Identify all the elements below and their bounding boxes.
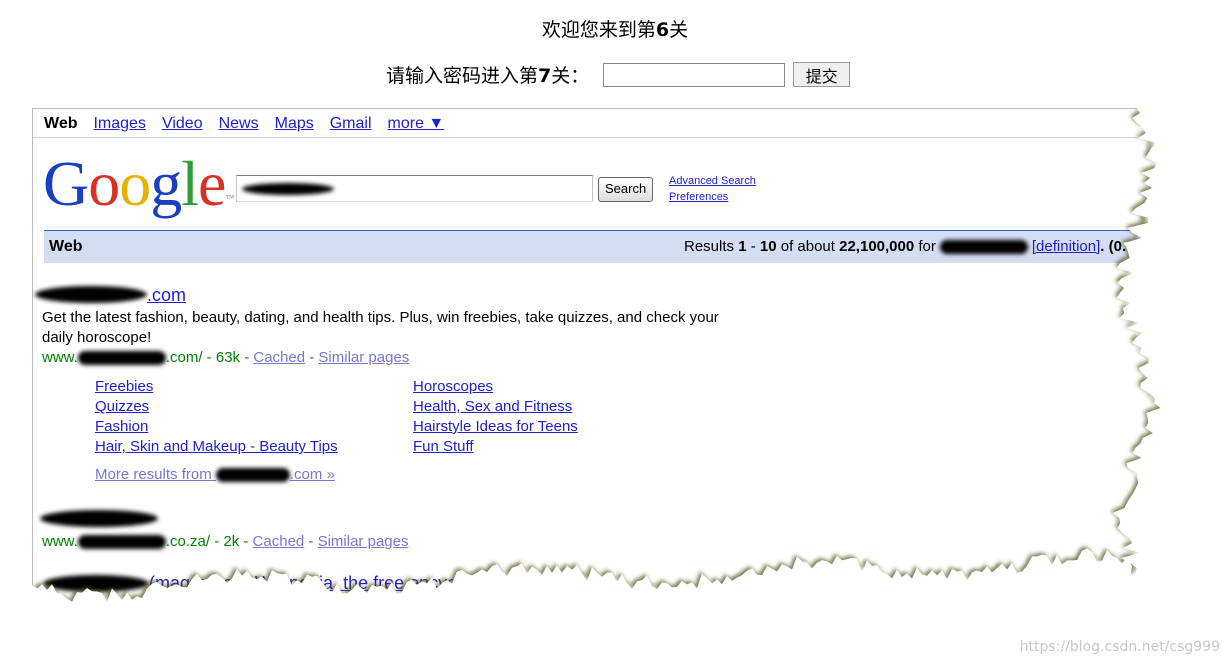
sitelinks-left: Freebies Quizzes Fashion Hair, Skin and … <box>95 377 338 457</box>
logo-letter: l <box>181 148 199 219</box>
prompt-prefix: 请输入密码进入第 <box>386 65 539 87</box>
redaction-blot <box>939 240 1028 255</box>
sitelink-fashion[interactable]: Fashion <box>95 417 338 437</box>
result-3-snippet: was first published in 1944 and is <box>463 598 684 615</box>
sitelinks-right: Horoscopes Health, Sex and Fitness Hairs… <box>413 377 578 457</box>
result-1-snippet: Get the latest fashion, beauty, dating, … <box>42 309 719 346</box>
cached-link[interactable]: Cached <box>253 349 305 366</box>
redaction-blot <box>242 183 334 195</box>
google-logo: Google™ <box>43 148 234 219</box>
stats-total: 22,100,000 <box>839 238 915 255</box>
nav-news[interactable]: News <box>219 115 259 133</box>
welcome-level: 6 <box>655 19 670 41</box>
redaction-blot <box>43 575 149 592</box>
redaction-blot <box>35 286 147 303</box>
results-bar-label: Web <box>49 238 83 255</box>
url-prefix: www. <box>42 533 78 550</box>
more-prefix: More results from <box>95 466 216 483</box>
stats-to: 10 <box>759 238 777 255</box>
url-suffix: .co.za/ - 2k - <box>165 533 253 550</box>
sitelink-quizzes[interactable]: Quizzes <box>95 397 338 417</box>
submit-button[interactable]: 提交 <box>793 62 851 87</box>
more-suffix: .com » <box>289 466 335 483</box>
nav-web: Web <box>44 115 78 132</box>
sitelink-beauty-tips[interactable]: Hair, Skin and Makeup - Beauty Tips <box>95 437 338 457</box>
definition-link[interactable]: [definition] <box>1032 238 1100 255</box>
redaction-blot <box>77 351 166 366</box>
google-top-nav: Web Images Video News Maps Gmail more ▼ <box>44 115 444 133</box>
password-input[interactable] <box>603 62 786 87</box>
nav-video[interactable]: Video <box>162 115 203 133</box>
stats-text: - <box>746 238 760 255</box>
sitelink-health[interactable]: Health, Sex and Fitness <box>413 397 578 417</box>
redaction-blot <box>77 535 166 550</box>
stats-text: Results <box>684 238 739 255</box>
cached-link[interactable]: Cached <box>253 533 305 550</box>
more-results-link[interactable]: More results from .com » <box>95 466 335 483</box>
logo-letter: G <box>43 148 89 219</box>
welcome-prefix: 欢迎您来到第 <box>541 19 656 41</box>
stats-text: for <box>914 238 936 255</box>
preferences-link[interactable]: Preferences <box>669 189 756 205</box>
nav-more[interactable]: more ▼ <box>388 115 445 133</box>
logo-letter: g <box>150 148 182 219</box>
nav-gmail[interactable]: Gmail <box>330 115 372 133</box>
logo-trademark: ™ <box>225 193 234 203</box>
google-screenshot: Web Images Video News Maps Gmail more ▼ … <box>32 108 1192 648</box>
google-search-button[interactable]: Search <box>598 177 654 202</box>
url-suffix: .com/ - 63k - <box>165 349 254 366</box>
nav-images[interactable]: Images <box>93 115 145 133</box>
result-1-url: www. .com/ - 63k - Cached - Similar pages <box>42 349 410 366</box>
result-3-title[interactable]: (magazine) - Wikipedia, the free encyclo… <box>149 573 514 594</box>
welcome-heading: 欢迎您来到第6关 <box>0 15 1230 42</box>
redaction-blot <box>40 510 158 527</box>
logo-letter: o <box>88 148 120 219</box>
password-form: 请输入密码进入第7关： 提交 <box>386 61 851 88</box>
results-stats: Results 1 - 10 of about 22,100,000 for [d… <box>684 238 1155 255</box>
similar-pages-link[interactable]: Similar pages <box>318 533 409 550</box>
password-prompt: 请输入密码进入第7关： <box>386 61 589 88</box>
sitelink-hairstyle[interactable]: Hairstyle Ideas for Teens <box>413 417 578 437</box>
stats-text: of about <box>776 238 840 255</box>
result-2-url: www. .co.za/ - 2k - Cached - Similar page… <box>42 533 409 550</box>
sitelink-freebies[interactable]: Freebies <box>95 377 338 397</box>
nav-divider <box>33 137 1183 138</box>
redaction-blot <box>215 468 290 483</box>
advanced-links: Advanced Search Preferences <box>669 173 756 205</box>
similar-pages-link[interactable]: Similar pages <box>318 349 409 366</box>
results-bar: Web Results 1 - 10 of about 22,100,000 f… <box>44 230 1183 263</box>
stats-time: . (0.06 s <box>1100 238 1156 255</box>
nav-maps[interactable]: Maps <box>275 115 314 133</box>
welcome-suffix: 关 <box>669 19 689 41</box>
advanced-search-link[interactable]: Advanced Search <box>669 173 756 189</box>
google-results-page: Web Images Video News Maps Gmail more ▼ … <box>32 108 1183 641</box>
stats-from: 1 <box>738 238 747 255</box>
logo-letter: e <box>198 148 226 219</box>
google-search-input[interactable] <box>236 175 593 202</box>
watermark: https://blog.csdn.net/csg999 <box>1019 639 1220 655</box>
logo-letter: o <box>119 148 151 219</box>
sitelink-horoscopes[interactable]: Horoscopes <box>413 377 578 397</box>
sitelink-fun-stuff[interactable]: Fun Stuff <box>413 437 578 457</box>
result-1-title[interactable]: .com <box>147 285 186 306</box>
url-prefix: www. <box>42 349 78 366</box>
prompt-suffix: 关： <box>551 65 590 87</box>
prompt-level: 7 <box>538 65 552 87</box>
